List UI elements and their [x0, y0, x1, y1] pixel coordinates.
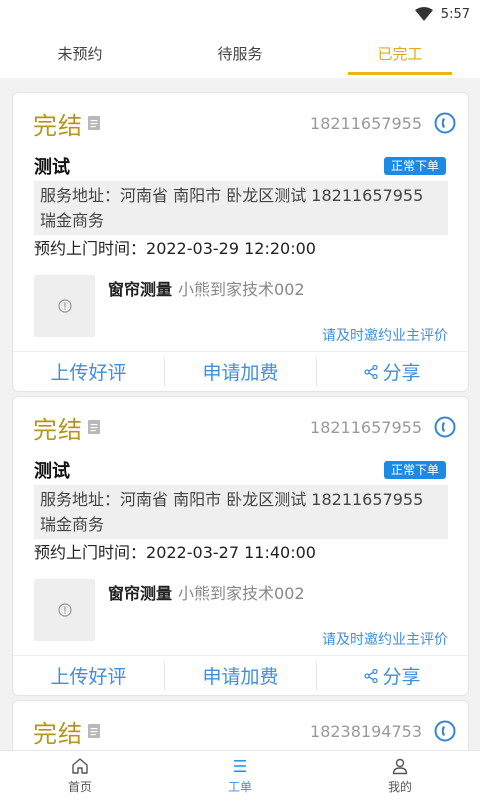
- tab-unscheduled[interactable]: 未预约: [0, 28, 160, 78]
- service-address: 服务地址：河南省 南阳市 卧龙区测试 18211657955 瑞金商务: [34, 181, 448, 235]
- customer-phone: 18211657955: [310, 417, 422, 437]
- time-value: 2022-03-29 12:20:00: [146, 239, 316, 258]
- bottom-nav: 首页 工单 我的: [0, 750, 480, 800]
- order-type-badge: 正常下单: [383, 157, 446, 175]
- nav-label: 工单: [227, 779, 252, 794]
- nav-orders[interactable]: 工单: [160, 751, 320, 800]
- service-info: 窗帘测量 小熊到家技术002: [108, 579, 305, 655]
- order-title: 测试: [34, 461, 70, 482]
- button-label: 分享: [382, 362, 421, 384]
- customer-phone: 18211657955: [310, 113, 422, 133]
- appointment-time: 预约上门时间：2022-03-27 11:40:00: [13, 539, 468, 565]
- order-list[interactable]: 完结 18211657955 测试 正常下单 服务地址：河南省 南阳市 卧龙区测…: [0, 78, 480, 750]
- share-icon: [364, 668, 379, 683]
- share-button[interactable]: 分享: [316, 357, 468, 386]
- card-actions: 上传好评 申请加费 分享: [13, 655, 468, 695]
- card-header: 完结 18211657955: [13, 93, 468, 153]
- home-icon: [72, 757, 88, 774]
- service-name: 窗帘测量: [108, 584, 173, 603]
- technician-name: 小熊到家技术002: [178, 584, 305, 603]
- call-icon[interactable]: [434, 720, 456, 742]
- document-icon[interactable]: [87, 723, 101, 739]
- technician-name: 小熊到家技术002: [178, 280, 305, 299]
- address-label: 服务地址：: [40, 186, 121, 205]
- order-card[interactable]: 完结 18211657955 测试 正常下单 服务地址：河南省 南阳市 卧龙区测…: [12, 396, 469, 696]
- service-address: 服务地址：河南省 南阳市 卧龙区测试 18211657955 瑞金商务: [34, 485, 448, 539]
- list-icon: [234, 759, 246, 772]
- button-label: 申请加费: [202, 362, 279, 384]
- share-button[interactable]: 分享: [316, 661, 468, 690]
- button-label: 上传好评: [50, 362, 127, 384]
- nav-home[interactable]: 首页: [0, 751, 160, 800]
- service-item: 窗帘测量 小熊到家技术002 请及时邀约业主评价: [13, 261, 468, 351]
- order-card[interactable]: 完结 18211657955 测试 正常下单 服务地址：河南省 南阳市 卧龙区测…: [12, 92, 469, 392]
- button-label: 上传好评: [50, 666, 127, 688]
- time-label: 预约上门时间：: [34, 239, 147, 258]
- wifi-icon: [414, 7, 433, 21]
- title-row: 测试 正常下单: [13, 457, 468, 483]
- request-extra-fee-button[interactable]: 申请加费: [164, 661, 316, 690]
- card-actions: 上传好评 申请加费 分享: [13, 351, 468, 391]
- time-value: 2022-03-27 11:40:00: [146, 543, 316, 562]
- time-label: 预约上门时间：: [34, 543, 147, 562]
- tab-pending-service[interactable]: 待服务: [160, 28, 320, 78]
- service-info: 窗帘测量 小熊到家技术002: [108, 275, 305, 351]
- call-icon[interactable]: [434, 112, 456, 134]
- invite-review-link[interactable]: 请及时邀约业主评价: [322, 629, 448, 649]
- order-title: 测试: [34, 157, 70, 178]
- image-placeholder-icon: [57, 299, 72, 313]
- nav-label: 我的: [387, 779, 412, 794]
- order-status: 完结: [33, 719, 83, 748]
- invite-review-link[interactable]: 请及时邀约业主评价: [322, 325, 448, 345]
- card-header: 完结 18211657955: [13, 397, 468, 457]
- address-label: 服务地址：: [40, 490, 121, 509]
- order-status: 完结: [33, 415, 83, 444]
- call-icon[interactable]: [434, 416, 456, 438]
- card-header: 完结 18238194753: [13, 701, 468, 750]
- tab-label: 未预约: [57, 44, 103, 63]
- request-extra-fee-button[interactable]: 申请加费: [164, 357, 316, 386]
- nav-label: 首页: [67, 779, 92, 794]
- button-label: 申请加费: [202, 666, 279, 688]
- customer-phone: 18238194753: [310, 721, 422, 741]
- service-thumbnail: [34, 275, 95, 337]
- order-tabs: 未预约 待服务 已完工: [0, 28, 480, 78]
- button-label: 分享: [382, 666, 421, 688]
- user-icon: [392, 758, 408, 774]
- tab-label: 待服务: [217, 44, 263, 63]
- document-icon[interactable]: [87, 419, 101, 435]
- status-bar: 5:57: [0, 0, 480, 28]
- tab-label: 已完工: [377, 44, 423, 63]
- share-icon: [364, 364, 379, 379]
- upload-review-button[interactable]: 上传好评: [13, 662, 164, 690]
- service-thumbnail: [34, 579, 95, 641]
- service-name: 窗帘测量: [108, 280, 173, 299]
- title-row: 测试 正常下单: [13, 153, 468, 179]
- nav-profile[interactable]: 我的: [320, 751, 480, 800]
- order-card[interactable]: 完结 18238194753: [12, 700, 469, 750]
- upload-review-button[interactable]: 上传好评: [13, 358, 164, 386]
- image-placeholder-icon: [57, 603, 72, 617]
- order-status: 完结: [33, 111, 83, 140]
- service-item: 窗帘测量 小熊到家技术002 请及时邀约业主评价: [13, 565, 468, 655]
- status-time: 5:57: [440, 6, 470, 22]
- order-type-badge: 正常下单: [383, 461, 446, 479]
- document-icon[interactable]: [87, 115, 101, 131]
- appointment-time: 预约上门时间：2022-03-29 12:20:00: [13, 235, 468, 261]
- tab-completed[interactable]: 已完工: [320, 28, 480, 78]
